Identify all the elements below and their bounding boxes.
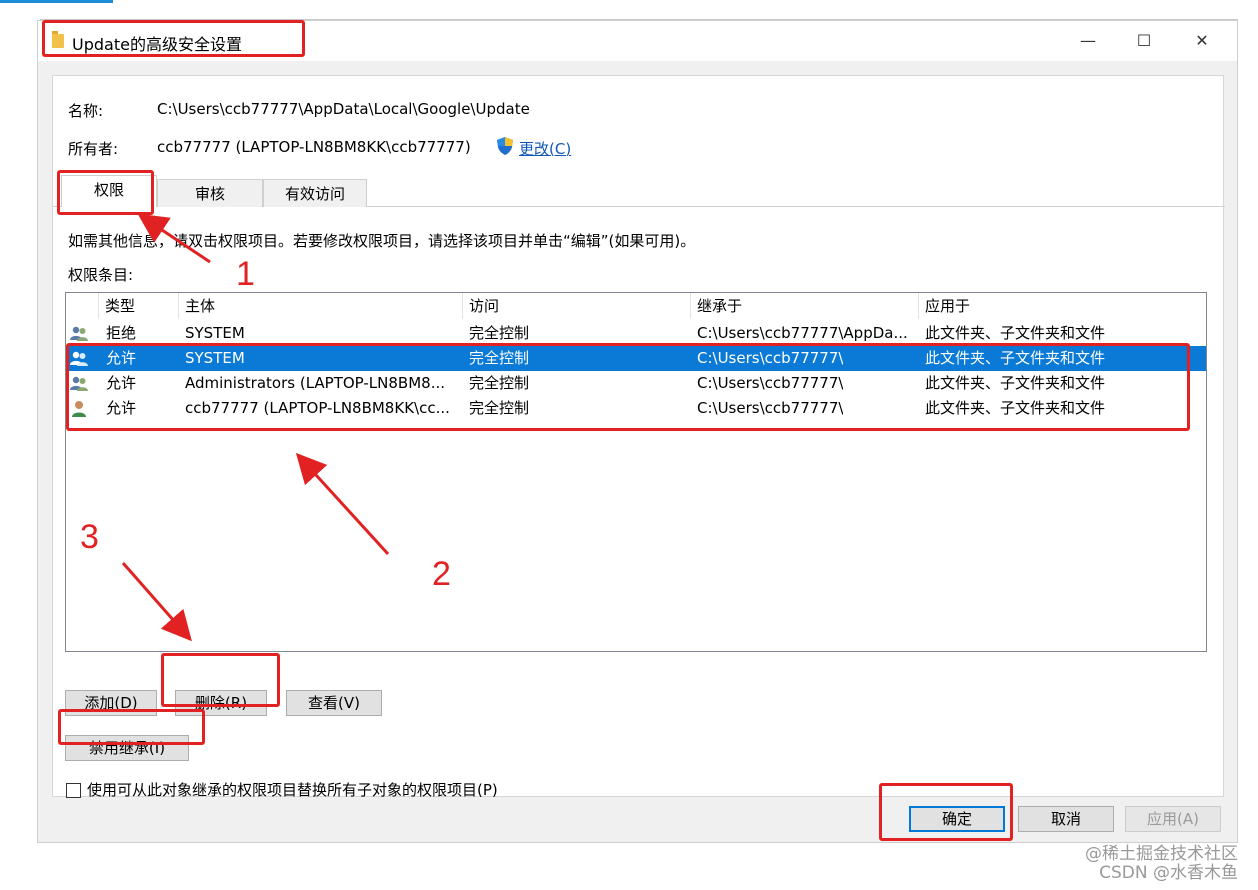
tab-effective-access[interactable]: 有效访问 (263, 179, 367, 207)
column-applies-to[interactable]: 应用于 (918, 293, 1206, 319)
owner-value: ccb77777 (LAPTOP-LN8BM8KK\ccb77777) (157, 138, 471, 156)
name-label: 名称: (68, 102, 104, 120)
annotation-box-remove (161, 653, 280, 707)
list-header: 类型 主体 访问 继承于 应用于 (66, 293, 1206, 319)
column-access[interactable]: 访问 (462, 293, 690, 319)
annotation-number-1: 1 (236, 255, 255, 293)
annotation-box-disable-inherit (58, 709, 205, 745)
column-inherited-from[interactable]: 继承于 (690, 293, 918, 319)
annotation-number-3: 3 (80, 518, 99, 556)
annotation-number-2: 2 (432, 555, 451, 593)
column-type[interactable]: 类型 (98, 293, 178, 319)
cancel-button[interactable]: 取消 (1018, 806, 1114, 832)
watermark: @稀土掘金技术社区 CSDN @水香木鱼 (1010, 845, 1238, 883)
security-settings-window: Update的高级安全设置 — ☐ ✕ 名称: C:\Users\ccb7777… (37, 20, 1238, 843)
owner-label: 所有者: (68, 140, 119, 158)
annotation-box-title (42, 20, 305, 57)
minimize-button[interactable]: — (1065, 25, 1111, 57)
annotation-box-ok (879, 783, 1013, 841)
tab-bar: 权限 审核 有效访问 (53, 175, 1225, 209)
close-button[interactable]: ✕ (1179, 25, 1225, 57)
maximize-button[interactable]: ☐ (1121, 25, 1167, 57)
annotation-box-entries (66, 343, 1190, 431)
apply-button[interactable]: 应用(A) (1125, 806, 1221, 832)
entries-label: 权限条目: (68, 266, 134, 284)
watermark-line-1: @稀土掘金技术社区 (1085, 844, 1238, 864)
column-principal[interactable]: 主体 (178, 293, 462, 319)
top-accent (0, 0, 113, 3)
change-owner-link[interactable]: 更改(C) (519, 138, 571, 159)
name-value: C:\Users\ccb77777\AppData\Local\Google\U… (157, 100, 530, 118)
watermark-line-2: CSDN @水香木鱼 (1099, 863, 1238, 883)
tab-auditing[interactable]: 审核 (157, 179, 263, 207)
view-button[interactable]: 查看(V) (286, 690, 382, 716)
replace-child-permissions-checkbox[interactable] (66, 783, 81, 798)
annotation-box-tab (57, 170, 154, 215)
replace-child-permissions-label: 使用可从此对象继承的权限项目替换所有子对象的权限项目(P) (87, 781, 498, 799)
top-strip (0, 0, 1258, 20)
uac-shield-icon (497, 137, 513, 155)
hint-text: 如需其他信息，请双击权限项目。若要修改权限项目，请选择该项目并单击“编辑”(如果… (68, 232, 696, 250)
